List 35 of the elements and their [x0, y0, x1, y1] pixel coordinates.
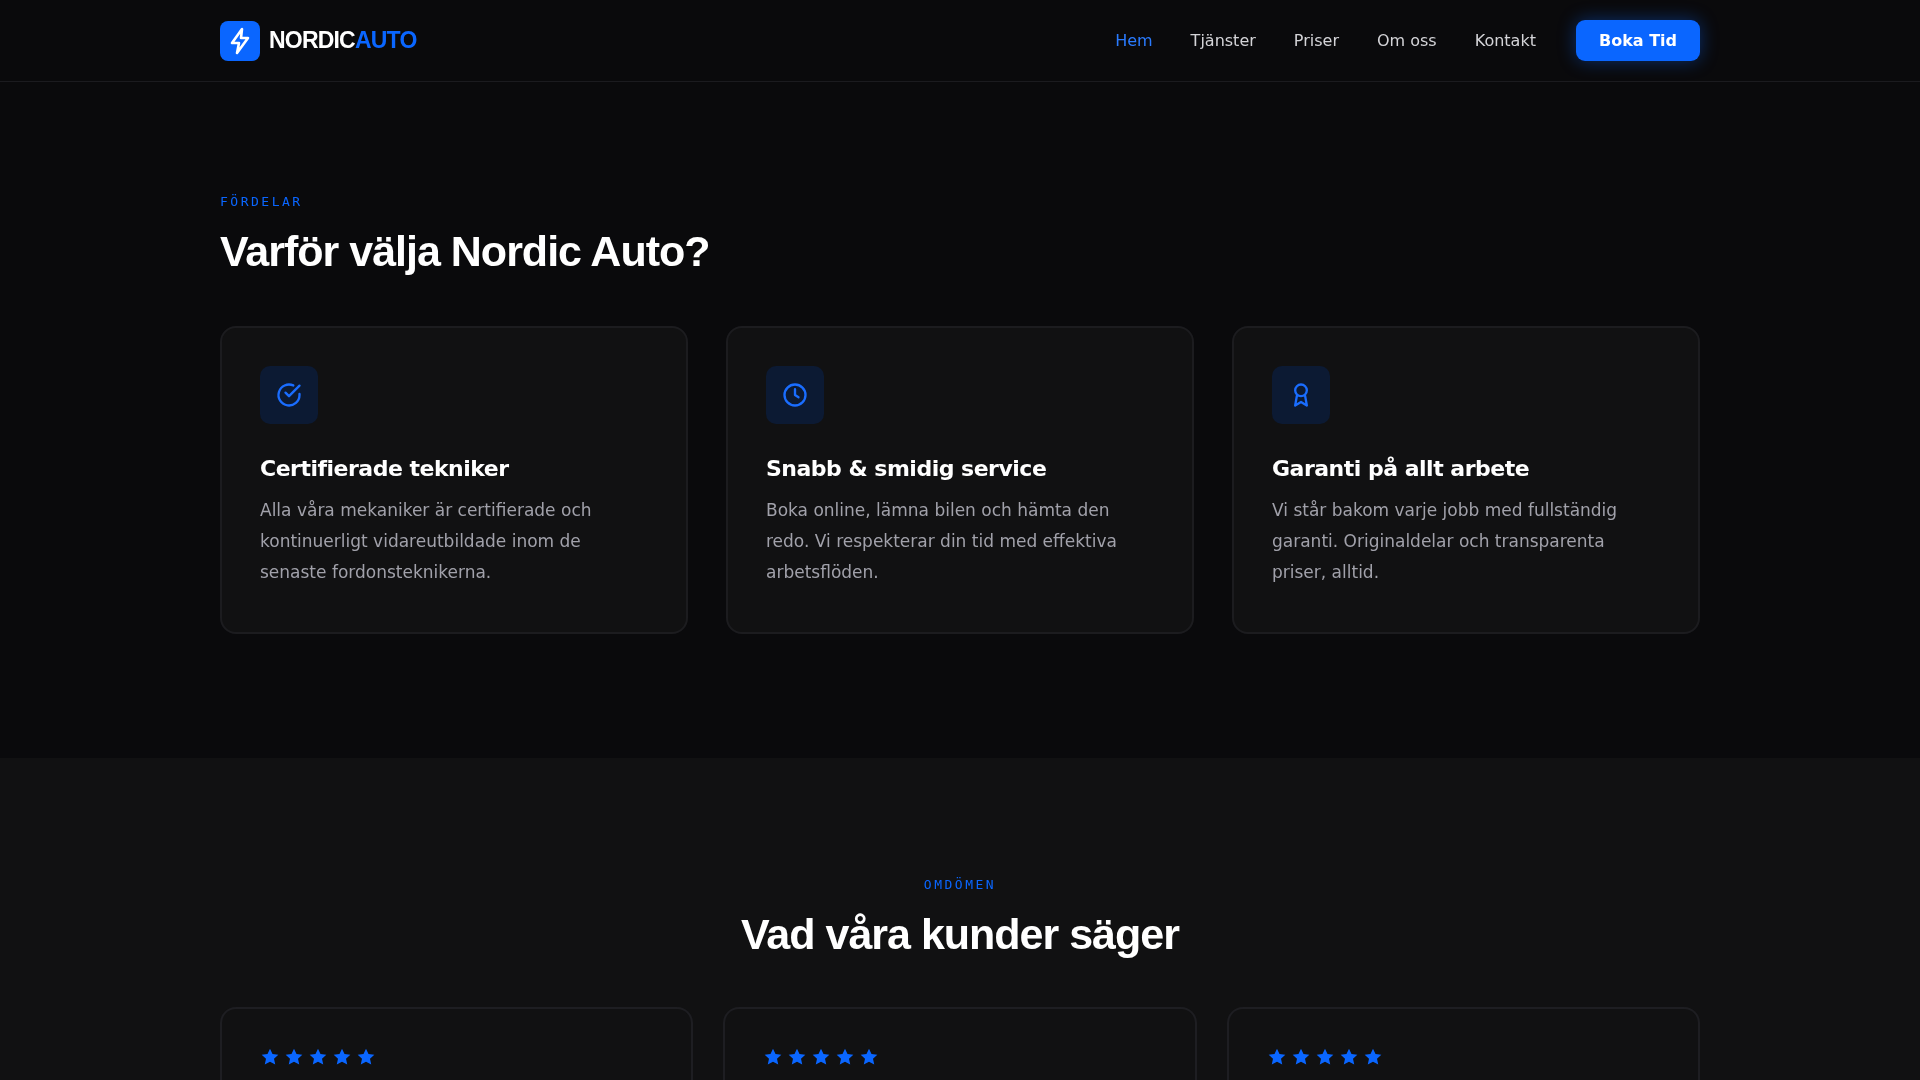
lightning-icon[interactable]: [220, 20, 260, 61]
card-text: Boka online, lämna bilen och hämta den redo. Vi respekterar din tid med effektiva arbetsflöden.: [766, 499, 1118, 584]
section-heading: Varför välja Nordic Auto?: [220, 227, 711, 276]
clock-icon: [766, 366, 824, 424]
star-icon: [308, 1047, 328, 1067]
star-icon: [284, 1047, 304, 1067]
card-text: Vi står bakom varje jobb med fullständig garanti. Originaldelar och transparenta priser, alltid.: [1272, 499, 1619, 584]
nav-link[interactable]: Om oss: [1376, 31, 1437, 50]
section-heading: Vad våra kunder säger: [740, 910, 1181, 959]
star-icon: [1362, 1047, 1383, 1067]
card-text: Alla våra mekaniker är certifierade och kontinuerligt vidareutbildade inom de senaste fordonsteknikerna.: [260, 499, 593, 584]
star-icon: [763, 1047, 784, 1067]
star-icon: [1338, 1047, 1359, 1067]
card-title: Snabb & smidig service: [766, 456, 1048, 481]
star-icon: [835, 1047, 856, 1067]
star-icon: [859, 1047, 880, 1067]
star-icon: [1266, 1047, 1287, 1067]
nav-link[interactable]: Kontakt: [1474, 31, 1536, 50]
section-eyebrow: FÖRDELAR: [220, 194, 304, 209]
star-icon: [260, 1047, 280, 1067]
nav-link[interactable]: Priser: [1293, 31, 1339, 50]
nav-link[interactable]: Tjänster: [1190, 31, 1256, 50]
star-icon: [787, 1047, 808, 1067]
section-eyebrow: OMDÖMEN: [922, 877, 998, 892]
star-icon: [1314, 1047, 1335, 1067]
star-icon: [1290, 1047, 1311, 1067]
book-button[interactable]: Boka Tid: [1575, 20, 1700, 61]
logo-text[interactable]: NORDICAUTO: [269, 27, 417, 54]
nav-link[interactable]: Hem: [1115, 31, 1153, 50]
star-icon: [332, 1047, 352, 1067]
star-icon: [356, 1047, 376, 1067]
card-title: Certifierade tekniker: [260, 456, 510, 481]
star-icon: [811, 1047, 832, 1067]
card-title: Garanti på allt arbete: [1272, 456, 1531, 481]
ribbon-icon: [1272, 366, 1330, 424]
